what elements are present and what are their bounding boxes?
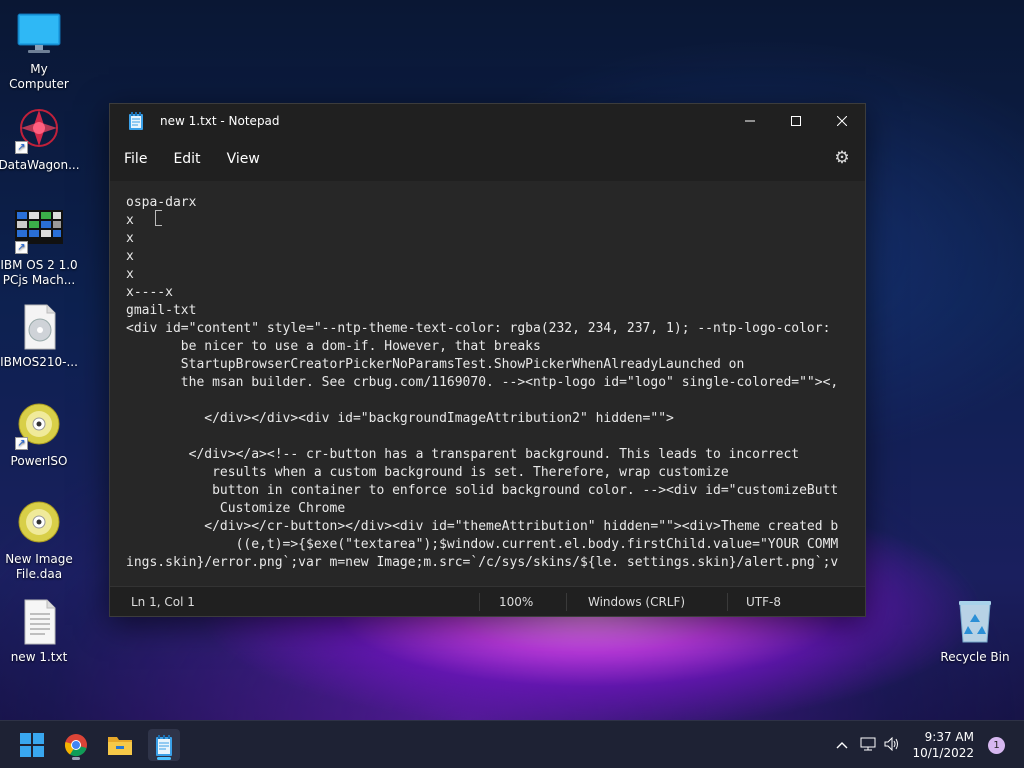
recycle-bin-icon	[951, 598, 999, 646]
desktop-icon-new-image-file[interactable]: New Image File.daa	[0, 500, 79, 582]
menu-file[interactable]: File	[124, 147, 159, 171]
text-line: results when a custom background is set.…	[126, 465, 729, 480]
monitor-icon	[15, 10, 63, 58]
shortcut-arrow-icon: ↗	[15, 241, 28, 254]
shortcut-arrow-icon: ↗	[15, 141, 28, 154]
notepad-icon	[156, 735, 172, 756]
taskbar-notepad[interactable]	[148, 729, 180, 761]
start-button[interactable]	[16, 729, 48, 761]
desktop-icon-ibmos210[interactable]: IBMOS210-...	[0, 303, 79, 370]
taskbar-file-explorer[interactable]	[104, 729, 136, 761]
status-bar: Ln 1, Col 1 100% Windows (CRLF) UTF-8	[110, 586, 865, 616]
ibm-os2-icon: ↗	[15, 206, 63, 254]
text-line: <div id="content" style="--ntp-theme-tex…	[126, 321, 831, 336]
system-tray: 9:37 AM 10/1/2022 1	[836, 721, 1024, 768]
chevron-up-icon[interactable]	[836, 737, 848, 753]
desktop-icon-ibm-os2[interactable]: ↗ IBM OS 2 1.0 PCjs Mach...	[0, 206, 79, 288]
text-line: button in container to enforce solid bac…	[126, 483, 839, 498]
text-line: be nicer to use a dom-if. However, that …	[126, 339, 541, 354]
desktop-icon-label: new 1.txt	[10, 650, 68, 664]
text-line: x	[126, 231, 134, 246]
notepad-icon	[128, 111, 144, 130]
desktop-icon-label: PowerISO	[10, 454, 68, 468]
gear-icon[interactable]: ⚙	[833, 149, 851, 167]
clock[interactable]: 9:37 AM 10/1/2022	[912, 729, 974, 761]
window-title: new 1.txt - Notepad	[160, 113, 280, 128]
text-line: StartupBrowserCreatorPickerNoParamsTest.…	[126, 357, 745, 372]
clock-time: 9:37 AM	[924, 730, 974, 744]
desktop-icon-label: New Image File.daa	[5, 552, 73, 581]
desktop-icon-label: My Computer	[9, 62, 69, 91]
menu-edit[interactable]: Edit	[173, 147, 212, 171]
text-line	[126, 392, 849, 410]
chrome-icon	[64, 734, 87, 757]
taskbar: 9:37 AM 10/1/2022 1	[0, 720, 1024, 768]
daa-file-icon	[15, 500, 63, 548]
desktop-icon-label: Recycle Bin	[940, 650, 1010, 664]
title-bar[interactable]: new 1.txt - Notepad	[110, 104, 865, 137]
running-indicator	[72, 757, 80, 760]
desktop-icon-poweriso[interactable]: ↗ PowerISO	[0, 402, 79, 469]
file-explorer-icon	[108, 737, 132, 755]
shortcut-arrow-icon: ↗	[15, 437, 28, 450]
cursor-position: Ln 1, Col 1	[110, 592, 480, 611]
close-icon	[837, 115, 847, 126]
close-button[interactable]	[819, 104, 865, 137]
minimize-icon	[745, 120, 755, 121]
desktop-icon-new-1-txt[interactable]: new 1.txt	[0, 598, 79, 665]
menu-bar: File Edit View ⚙	[110, 137, 865, 181]
desktop-icon-label: IBM OS 2 1.0 PCjs Mach...	[0, 258, 78, 287]
maximize-icon	[791, 115, 801, 126]
text-line: Customize Chrome	[126, 501, 346, 516]
line-ending: Windows (CRLF)	[567, 592, 728, 611]
active-indicator	[157, 757, 171, 760]
text-line: </div></cr-button></div><div id="themeAt…	[126, 519, 839, 534]
notepad-window: new 1.txt - Notepad File Edit View ⚙ osp…	[109, 103, 866, 617]
text-line	[126, 428, 849, 446]
start-icon	[20, 733, 44, 757]
maximize-button[interactable]	[773, 104, 819, 137]
text-line: </div></a><!-- cr-button has a transpare…	[126, 447, 800, 462]
text-editor[interactable]: ospa-darx x x x x x----x gmail-txt <div id="con…	[110, 181, 865, 587]
taskbar-chrome[interactable]	[60, 729, 92, 761]
zoom-level: 100%	[480, 592, 567, 611]
disk-image-icon	[15, 303, 63, 351]
text-line: x----x	[126, 285, 173, 300]
notification-badge[interactable]: 1	[988, 736, 1005, 754]
text-line: gmail-txt	[126, 303, 197, 318]
desktop-icon-my-computer[interactable]: My Computer	[0, 10, 79, 92]
text-line: ings.skin}/error.png`;var m=new Image;m.…	[126, 555, 839, 570]
desktop-icon-recycle-bin[interactable]: Recycle Bin	[935, 598, 1015, 665]
desktop-icon-label: IBMOS210-...	[0, 355, 78, 369]
text-line: ospa-darx	[126, 195, 197, 210]
desktop-icon-label: DataWagon...	[0, 158, 80, 172]
text-line: x	[126, 213, 134, 228]
text-line: </div></div><div id="backgroundImageAttr…	[126, 411, 674, 426]
poweriso-icon: ↗	[15, 402, 63, 450]
text-line: x	[126, 249, 134, 264]
network-icon[interactable]	[860, 736, 876, 755]
text-cursor-icon	[155, 210, 162, 226]
clock-date: 10/1/2022	[912, 746, 974, 760]
text-line: the msan builder. See crbug.com/1169070.…	[126, 375, 839, 390]
datawagon-icon: ↗	[15, 106, 63, 154]
encoding: UTF-8	[746, 594, 781, 609]
minimize-button[interactable]	[727, 104, 773, 137]
volume-icon[interactable]	[884, 736, 900, 755]
desktop-icon-datawagon[interactable]: ↗ DataWagon...	[0, 106, 80, 173]
text-line: x	[126, 267, 134, 282]
text-file-icon	[15, 598, 63, 646]
text-line: ((e,t)=>{$exe("textarea");$window.curren…	[126, 537, 839, 552]
menu-view[interactable]: View	[227, 147, 272, 171]
